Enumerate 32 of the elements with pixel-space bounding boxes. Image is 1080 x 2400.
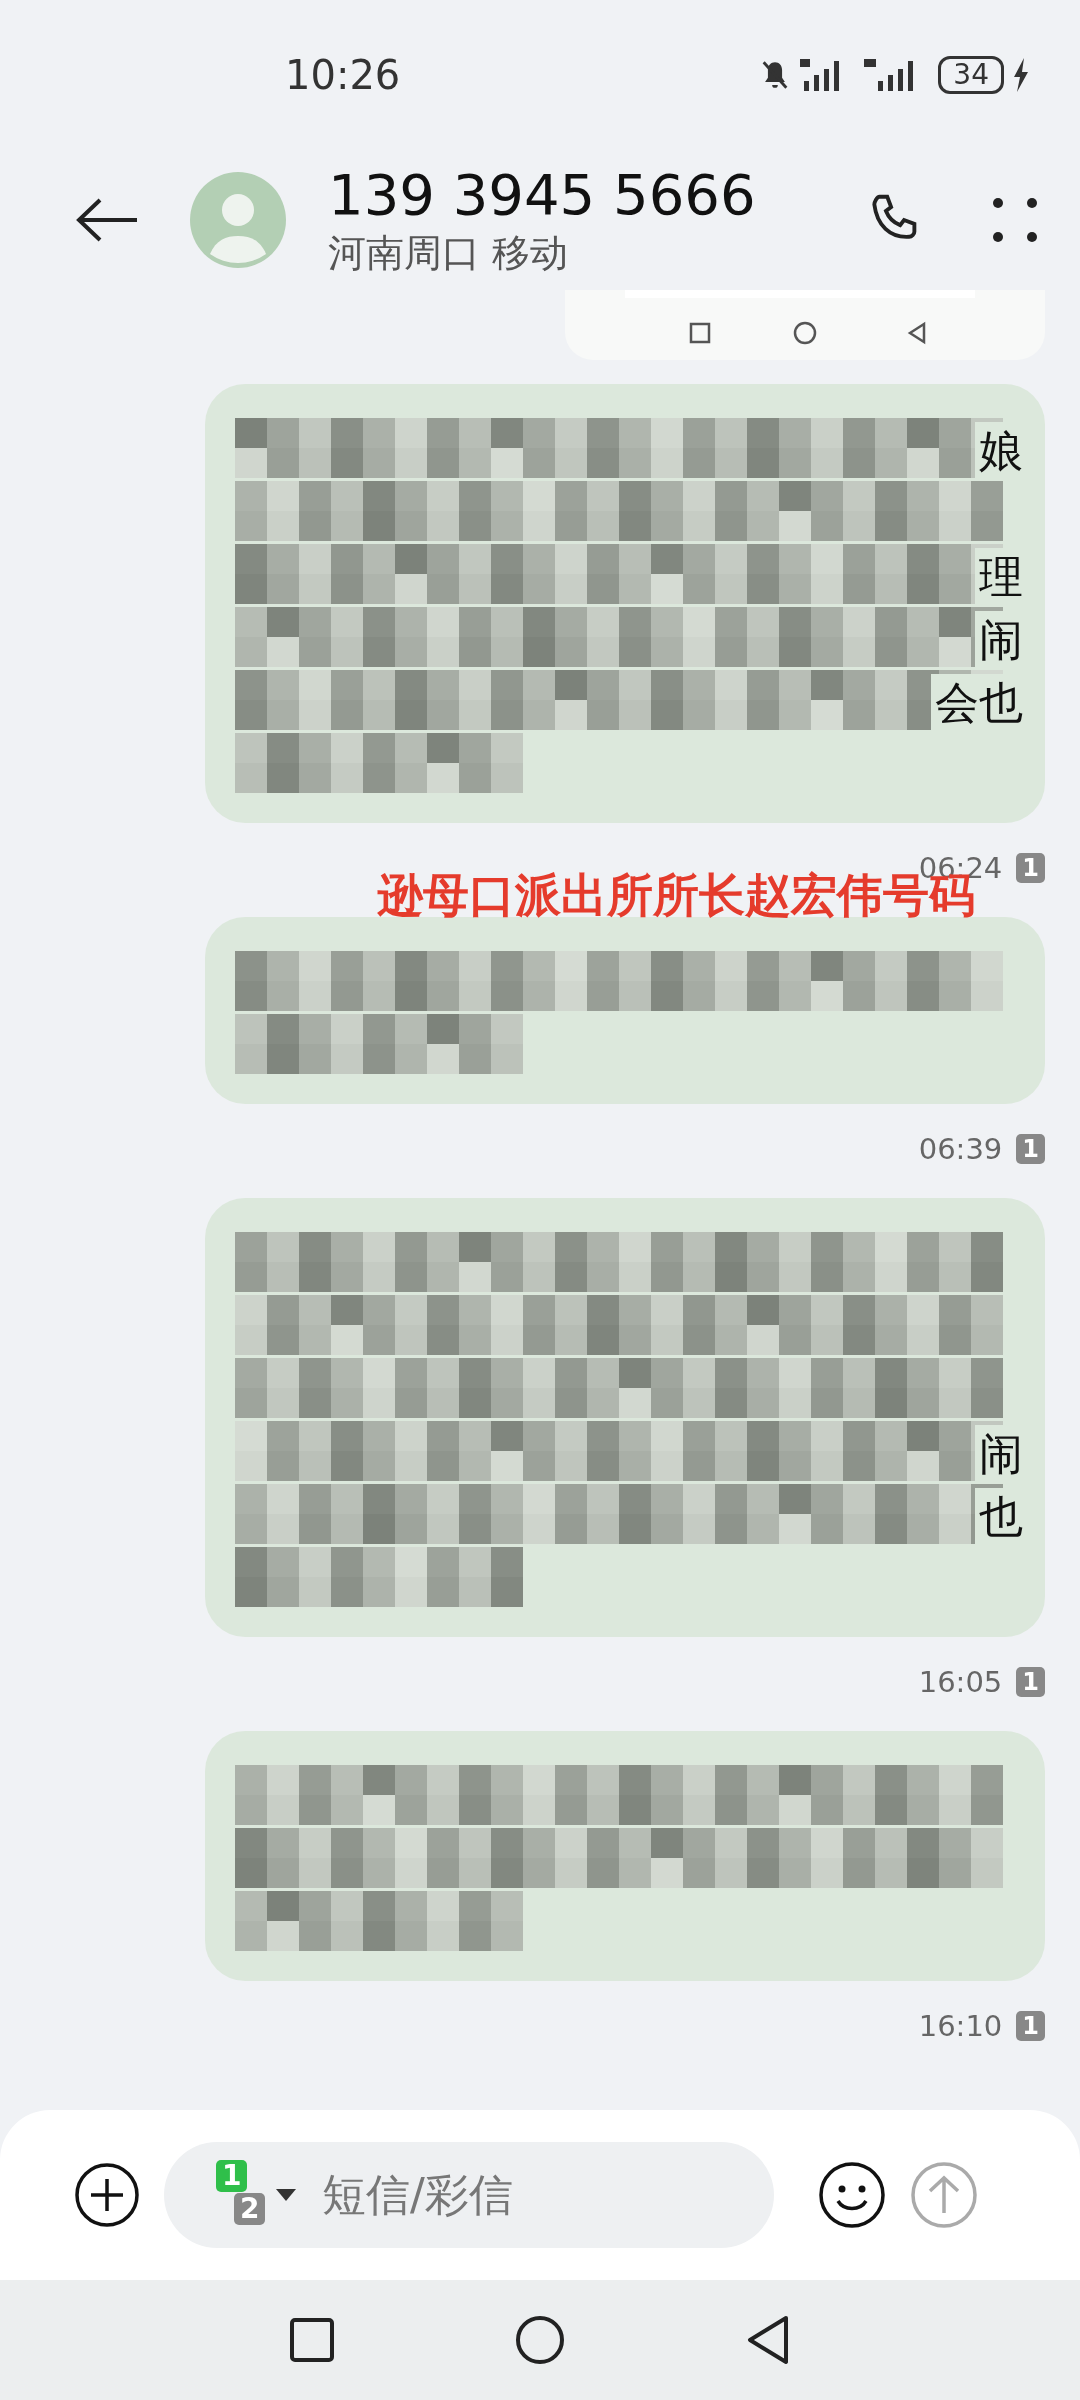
sim-icon[interactable]: 2	[234, 2193, 266, 2225]
message-bubble[interactable]: 闹 也	[205, 1198, 1045, 1637]
status-time: 10:26	[285, 52, 401, 98]
message-bubble[interactable]	[205, 1731, 1045, 1981]
message-time: 06:39	[918, 1132, 1003, 1166]
contact-number: 139 3945 5666	[328, 162, 757, 228]
recents-icon[interactable]	[290, 2318, 334, 2362]
more-icon[interactable]	[990, 195, 1040, 245]
message-text: 理	[975, 548, 1023, 607]
message-text: 也	[975, 1488, 1023, 1547]
charging-icon	[1012, 58, 1030, 92]
back-icon[interactable]	[76, 198, 138, 242]
battery-level: 34	[938, 56, 1004, 94]
message-text: 会也	[931, 674, 1023, 733]
sim-badge: 1	[1016, 853, 1045, 883]
sim-icon[interactable]: 1	[216, 2160, 248, 2192]
avatar-icon	[190, 172, 286, 268]
back-nav-icon[interactable]	[746, 2315, 790, 2365]
message-time: 16:05	[918, 1665, 1003, 1699]
contact-location: 河南周口 移动	[328, 230, 570, 277]
add-icon[interactable]	[74, 2162, 140, 2228]
emoji-icon[interactable]	[818, 2161, 886, 2229]
message-text: 娘	[975, 422, 1023, 481]
sim-badge: 1	[1016, 1134, 1045, 1164]
sim-badge: 1	[1016, 2011, 1045, 2041]
message-input[interactable]: 1 2 短信/彩信	[164, 2142, 774, 2248]
message-bubble[interactable]	[205, 917, 1045, 1104]
message-bubble[interactable]: 娘 理 闹 会也	[205, 384, 1045, 823]
message-time: 16:10	[918, 2009, 1003, 2043]
caret-icon[interactable]	[276, 2189, 296, 2201]
home-icon[interactable]	[515, 2315, 565, 2365]
sim-badge: 1	[1016, 1667, 1045, 1697]
